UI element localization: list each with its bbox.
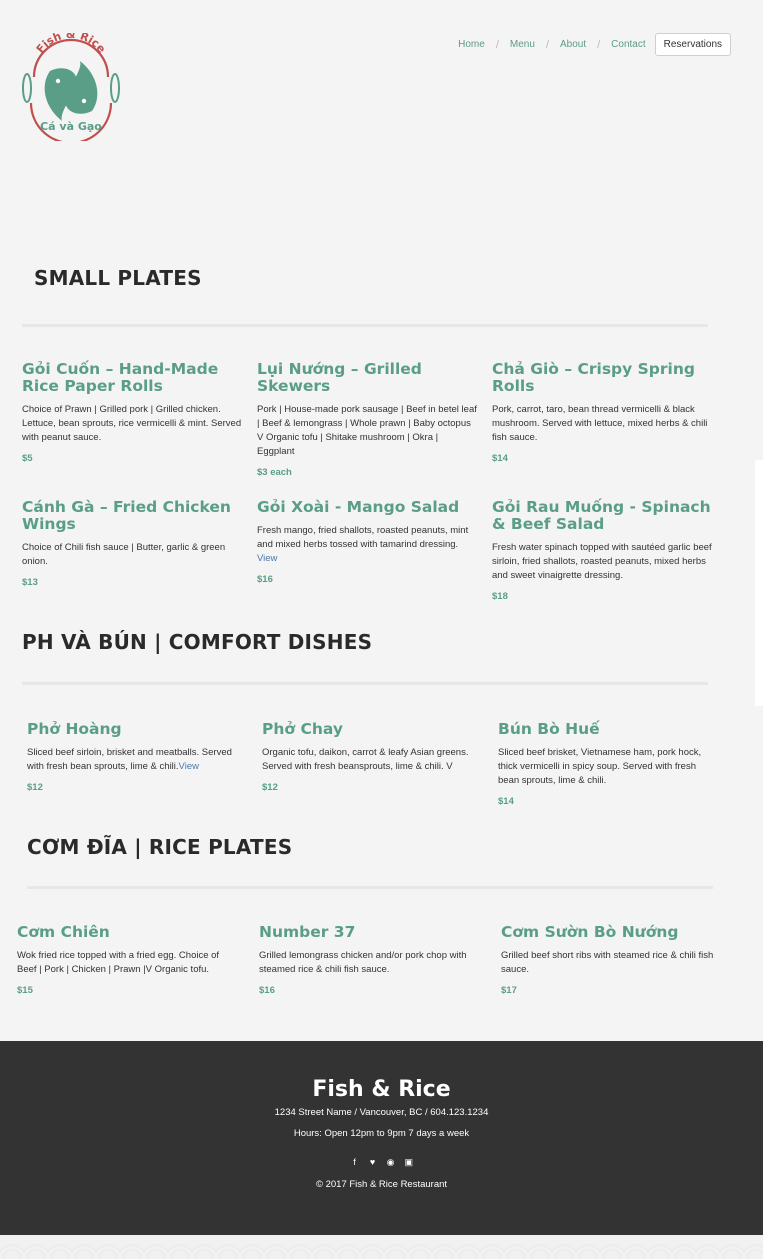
menu-item-description: Pork | House-made pork sausage | Beef in… [257, 403, 477, 459]
menu-item-description: Grilled lemongrass chicken and/or pork c… [259, 949, 479, 977]
menu-item-description: Pork, carrot, taro, bean thread vermicel… [492, 403, 712, 445]
menu-item-name: Bún Bò Huế [498, 720, 600, 738]
footer-brand: Fish & Rice [312, 1077, 451, 1102]
nav-separator: / [495, 38, 499, 51]
menu-item-desc-text: Fresh water spinach topped with sautéed … [492, 542, 712, 581]
social-links: f ♥ ◉ ▣ [0, 1157, 763, 1168]
menu-item-name: Cánh Gà – Fried Chicken Wings [22, 498, 231, 533]
nav-separator: / [597, 38, 601, 51]
menu-item-desc-text: Choice of Chili fish sauce | Butter, gar… [22, 542, 226, 567]
nav-item-home[interactable]: Home [458, 39, 485, 50]
page-edge [755, 460, 763, 706]
section-divider [27, 886, 713, 889]
page: Fish & Rice Cá và Gạo Home / Menu / Abou… [0, 0, 763, 1259]
menu-item-price: $17 [501, 985, 517, 996]
facebook-icon[interactable]: f [351, 1157, 359, 1168]
menu-item: Bún Bò Huế Sliced beef brisket, Vietname… [498, 720, 718, 808]
menu-item: Cánh Gà – Fried Chicken Wings Choice of … [22, 498, 242, 589]
menu-item-name: Gỏi Rau Muống - Spinach & Beef Salad [492, 498, 711, 533]
menu-item: Lụi Nướng – Grilled Skewers Pork | House… [257, 360, 477, 479]
menu-item-desc-text: Sliced beef sirloin, brisket and meatbal… [27, 747, 232, 772]
section-title-small-plates: SMALL PLATES [34, 266, 202, 290]
menu-item-description: Sliced beef sirloin, brisket and meatbal… [27, 746, 247, 774]
instagram-icon[interactable]: ▣ [405, 1157, 414, 1168]
menu-item-desc-text: Organic tofu, daikon, carrot & leafy Asi… [262, 747, 469, 772]
menu-item: Gỏi Cuốn – Hand-Made Rice Paper Rolls Ch… [22, 360, 242, 465]
svg-text:Fish & Rice: Fish & Rice [34, 33, 108, 56]
menu-item-description: Wok fried rice topped with a fried egg. … [17, 949, 237, 977]
nav-item-contact[interactable]: Contact [611, 39, 645, 50]
menu-item-description: Choice of Chili fish sauce | Butter, gar… [22, 541, 242, 569]
menu-item-description: Fresh mango, fried shallots, roasted pea… [257, 524, 477, 566]
menu-item: Phở Hoàng Sliced beef sirloin, brisket a… [27, 720, 247, 794]
menu-item: Gỏi Xoài - Mango Salad Fresh mango, frie… [257, 498, 477, 586]
menu-item-name: Cơm Chiên [17, 923, 110, 941]
menu-item-price: $15 [17, 985, 33, 996]
decorative-wave-pattern [0, 1235, 763, 1259]
main-nav: Home / Menu / About / Contact Reservatio… [458, 33, 731, 56]
nav-separator: / [545, 38, 549, 51]
menu-item-price: $13 [22, 577, 38, 588]
menu-item: Chả Giò – Crispy Spring Rolls Pork, carr… [492, 360, 712, 465]
menu-item: Cơm Chiên Wok fried rice topped with a f… [17, 923, 237, 997]
menu-item-price: $16 [259, 985, 275, 996]
menu-item-name: Number 37 [259, 923, 356, 941]
menu-item-desc-text: Grilled beef short ribs with steamed ric… [501, 950, 714, 975]
view-link[interactable]: View [179, 761, 199, 772]
menu-item-desc-text: Wok fried rice topped with a fried egg. … [17, 950, 220, 975]
menu-item-name: Lụi Nướng – Grilled Skewers [257, 360, 422, 395]
nav-item-about[interactable]: About [560, 39, 586, 50]
reservations-button[interactable]: Reservations [654, 33, 731, 56]
section-title-rice-plates: CƠM ĐĨA | RICE PLATES [27, 835, 293, 859]
menu-item-price: $5 [22, 453, 33, 464]
footer-address: 1234 Street Name / Vancouver, BC / 604.1… [274, 1107, 489, 1118]
menu-item-desc-text: Pork | House-made pork sausage | Beef in… [257, 404, 477, 457]
menu-item-price: $12 [27, 782, 43, 793]
menu-item-desc-text: Sliced beef brisket, Vietnamese ham, por… [498, 747, 702, 786]
logo[interactable]: Fish & Rice Cá và Gạo [20, 33, 122, 141]
menu-item: Cơm Sườn Bò Nướng Grilled beef short rib… [501, 923, 721, 997]
menu-item-description: Grilled beef short ribs with steamed ric… [501, 949, 721, 977]
footer-hours: Hours: Open 12pm to 9pm 7 days a week [293, 1128, 470, 1139]
menu-item-description: Fresh water spinach topped with sautéed … [492, 541, 712, 583]
menu-item: Gỏi Rau Muống - Spinach & Beef Salad Fre… [492, 498, 712, 603]
footer-copyright: © 2017 Fish & Rice Restaurant [315, 1179, 448, 1190]
menu-item-name: Gỏi Cuốn – Hand-Made Rice Paper Rolls [22, 360, 219, 395]
menu-item-desc-text: Grilled lemongrass chicken and/or pork c… [259, 950, 467, 975]
menu-item-name: Phở Chay [262, 720, 343, 738]
menu-item-desc-text: Pork, carrot, taro, bean thread vermicel… [492, 404, 708, 443]
menu-item-price: $16 [257, 574, 273, 585]
menu-item-description: Choice of Prawn | Grilled pork | Grilled… [22, 403, 242, 445]
view-link[interactable]: View [257, 553, 277, 564]
menu-item-price: $14 [492, 453, 508, 464]
menu-item-desc-text: Choice of Prawn | Grilled pork | Grilled… [22, 404, 242, 443]
menu-item-price: $18 [492, 591, 508, 602]
menu-item-name: Phở Hoàng [27, 720, 122, 738]
menu-item-price: $14 [498, 796, 514, 807]
logo-bottom-text: Cá và Gạo [40, 120, 102, 133]
section-divider [22, 682, 708, 685]
menu-item-name: Gỏi Xoài - Mango Salad [257, 498, 460, 516]
nav-item-menu[interactable]: Menu [510, 39, 535, 50]
menu-item-name: Cơm Sườn Bò Nướng [501, 923, 679, 941]
menu-item-price: $3 each [257, 467, 292, 478]
menu-item-name: Chả Giò – Crispy Spring Rolls [492, 360, 695, 395]
menu-item-description: Organic tofu, daikon, carrot & leafy Asi… [262, 746, 482, 774]
twitter-icon[interactable]: ♥ [369, 1157, 377, 1168]
pinterest-icon[interactable]: ◉ [387, 1157, 395, 1168]
logo-top-text: Fish & Rice [34, 33, 108, 56]
footer: Fish & Rice 1234 Street Name / Vancouver… [0, 1041, 763, 1235]
menu-item: Phở Chay Organic tofu, daikon, carrot & … [262, 720, 482, 794]
section-title-comfort-dishes: PH VÀ BÚN | COMFORT DISHES [22, 630, 373, 654]
menu-item-description: Sliced beef brisket, Vietnamese ham, por… [498, 746, 718, 788]
section-divider [22, 324, 708, 327]
menu-item-desc-text: Fresh mango, fried shallots, roasted pea… [257, 525, 469, 550]
menu-item: Number 37 Grilled lemongrass chicken and… [259, 923, 479, 997]
menu-item-price: $12 [262, 782, 278, 793]
